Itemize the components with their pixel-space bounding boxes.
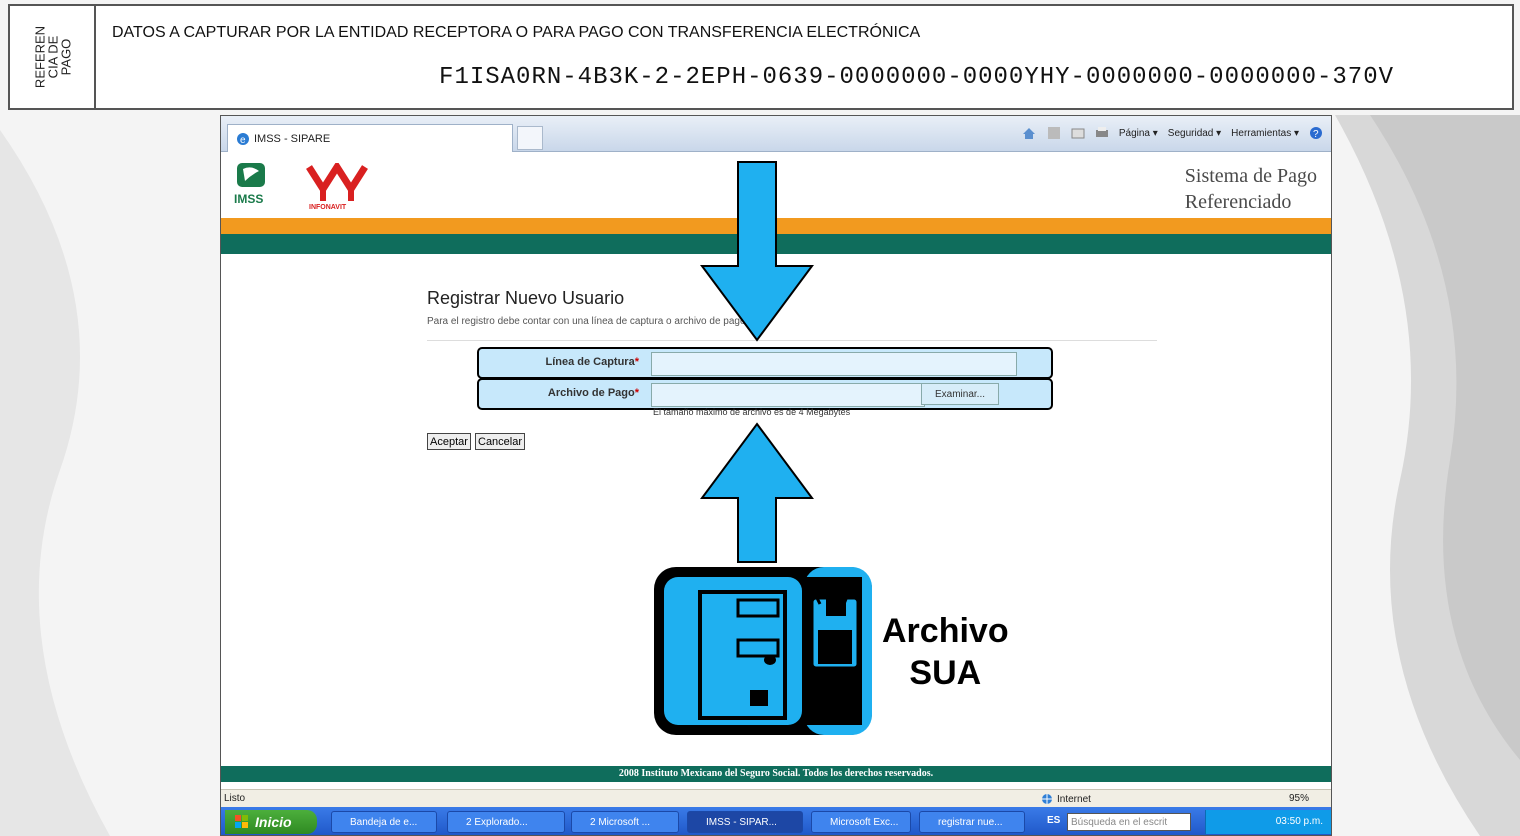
archivo-sua-label-line2: SUA — [909, 654, 982, 692]
annotation-overlay — [654, 161, 872, 735]
sua-file-icon — [654, 567, 872, 735]
down-arrow-icon — [700, 161, 814, 342]
archivo-sua-label-line1: Archivo — [882, 612, 1009, 650]
up-arrow-icon — [700, 422, 814, 563]
archivo-sua-label: Archivo SUA — [882, 610, 1009, 694]
